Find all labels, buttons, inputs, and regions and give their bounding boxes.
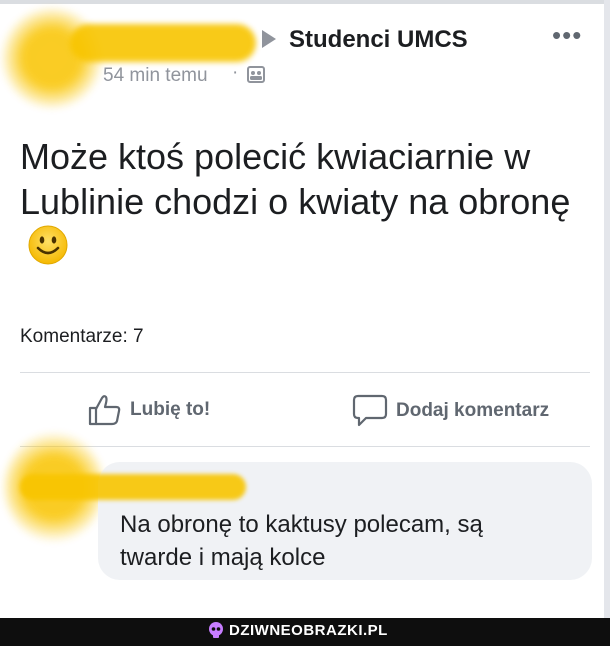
skull-logo-icon [209, 622, 223, 638]
comment-text: Na obronę to kaktusy polecam, są twarde … [120, 511, 483, 571]
divider [20, 372, 590, 373]
speech-bubble-icon [352, 394, 388, 427]
group-name-link[interactable]: Studenci UMCS [289, 26, 468, 54]
watermark-text: DZIWNEOBRAZKI.PL [229, 621, 388, 639]
comments-count[interactable]: Komentarze: 7 [20, 326, 144, 348]
post-body: Może ktoś polecić kwiaciarnie w Lublinie… [20, 134, 580, 269]
like-button-label: Lubię to! [130, 399, 211, 420]
divider [20, 446, 590, 447]
add-comment-button[interactable]: Dodaj komentarz [352, 394, 549, 428]
top-border [0, 0, 610, 4]
right-border [604, 0, 610, 618]
censored-commenter-name[interactable] [20, 474, 246, 500]
meta-separator: · [232, 62, 239, 83]
watermark: DZIWNEOBRAZKI.PL [208, 621, 388, 639]
add-comment-button-label: Dodaj komentarz [396, 400, 550, 421]
post-text: Może ktoś polecić kwiaciarnie w Lublinie… [20, 136, 571, 222]
thumbs-up-icon [88, 395, 121, 426]
group-photo-icon [247, 66, 265, 83]
arrow-right-icon [262, 30, 276, 48]
smiley-emoji-icon [28, 225, 68, 265]
censored-author-name[interactable] [70, 24, 256, 62]
like-button[interactable]: Lubię to! [88, 394, 210, 426]
more-options-button[interactable]: ••• [552, 20, 582, 51]
post-timestamp[interactable]: 54 min temu [103, 65, 208, 87]
